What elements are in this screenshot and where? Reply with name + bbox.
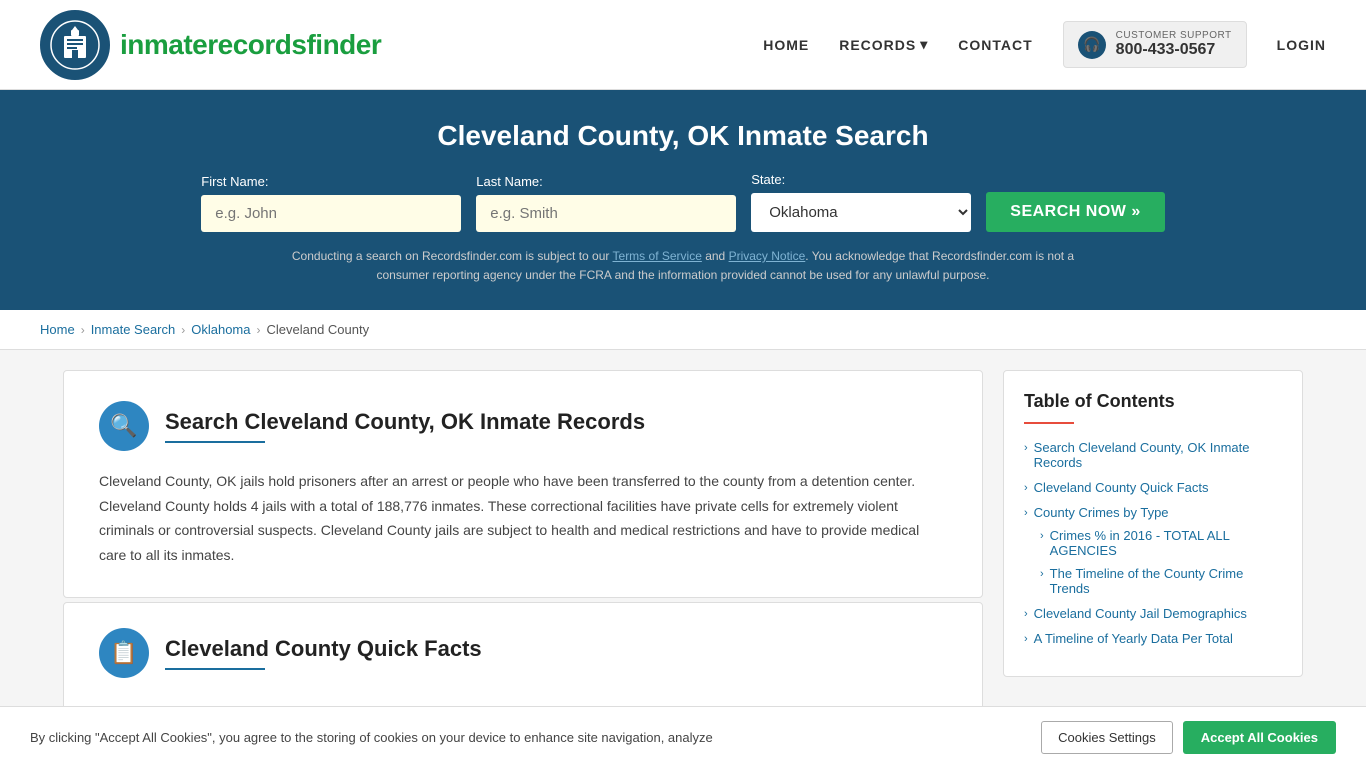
chevron-icon-3: ›: [1024, 507, 1028, 519]
support-phone: 800-433-0567: [1116, 41, 1232, 59]
breadcrumb-inmate-search[interactable]: Inmate Search: [91, 322, 176, 337]
toc-label-2: Cleveland County Quick Facts: [1034, 480, 1209, 495]
last-name-input[interactable]: [476, 195, 736, 232]
toc-link-5[interactable]: › A Timeline of Yearly Data Per Total: [1024, 631, 1282, 646]
card-title: Search Cleveland County, OK Inmate Recor…: [165, 409, 645, 435]
card-title-underline: [165, 441, 265, 443]
toc-item-3: › County Crimes by Type › Crimes % in 20…: [1024, 505, 1282, 596]
sidebar: Table of Contents › Search Cleveland Cou…: [1003, 370, 1303, 707]
search-banner: Cleveland County, OK Inmate Search First…: [0, 90, 1366, 310]
support-info: CUSTOMER SUPPORT 800-433-0567: [1116, 30, 1232, 59]
card-header: 🔍 Search Cleveland County, OK Inmate Rec…: [99, 401, 947, 451]
chevron-icon-3-1: ›: [1040, 530, 1044, 542]
last-name-group: Last Name:: [476, 174, 736, 232]
breadcrumb-sep-1: ›: [81, 323, 85, 337]
state-label: State:: [751, 172, 785, 187]
second-card-title: Cleveland County Quick Facts: [165, 636, 482, 662]
site-header: inmaterecordsfinder HOME RECORDS ▾ CONTA…: [0, 0, 1366, 90]
search-disclaimer: Conducting a search on Recordsfinder.com…: [283, 247, 1083, 285]
customer-support-box: 🎧 CUSTOMER SUPPORT 800-433-0567: [1063, 21, 1247, 68]
breadcrumb-sep-3: ›: [256, 323, 260, 337]
breadcrumb-sep-2: ›: [181, 323, 185, 337]
toc-label-3: County Crimes by Type: [1034, 505, 1169, 520]
toc-subitem-3-1: › Crimes % in 2016 - TOTAL ALL AGENCIES: [1040, 528, 1282, 558]
toc-item-2: › Cleveland County Quick Facts: [1024, 480, 1282, 495]
toc-label-5: A Timeline of Yearly Data Per Total: [1034, 631, 1233, 646]
toc-link-4[interactable]: › Cleveland County Jail Demographics: [1024, 606, 1282, 621]
toc-sublabel-3-1: Crimes % in 2016 - TOTAL ALL AGENCIES: [1050, 528, 1282, 558]
chevron-icon-2: ›: [1024, 482, 1028, 494]
main-content-card: 🔍 Search Cleveland County, OK Inmate Rec…: [63, 370, 983, 598]
privacy-link[interactable]: Privacy Notice: [729, 249, 806, 263]
breadcrumb-home[interactable]: Home: [40, 322, 75, 337]
support-label: CUSTOMER SUPPORT: [1116, 30, 1232, 41]
card-body: Cleveland County, OK jails hold prisoner…: [99, 469, 947, 567]
headphone-icon: 🎧: [1078, 31, 1106, 59]
toc-card: Table of Contents › Search Cleveland Cou…: [1003, 370, 1303, 677]
state-select[interactable]: Oklahoma: [751, 193, 971, 232]
cookie-settings-button[interactable]: Cookies Settings: [1041, 721, 1173, 754]
toc-divider: [1024, 422, 1074, 424]
state-group: State: Oklahoma: [751, 172, 971, 232]
toc-sublabel-3-2: The Timeline of the County Crime Trends: [1050, 566, 1282, 596]
toc-sublist-3: › Crimes % in 2016 - TOTAL ALL AGENCIES …: [1040, 528, 1282, 596]
toc-item-5: › A Timeline of Yearly Data Per Total: [1024, 631, 1282, 646]
toc-label-1: Search Cleveland County, OK Inmate Recor…: [1034, 440, 1282, 470]
article-area: 🔍 Search Cleveland County, OK Inmate Rec…: [63, 370, 983, 707]
cookie-text: By clicking "Accept All Cookies", you ag…: [30, 730, 1021, 745]
first-name-input[interactable]: [201, 195, 461, 232]
logo-icon: [40, 10, 110, 80]
breadcrumb: Home › Inmate Search › Oklahoma › Clevel…: [0, 310, 1366, 350]
chevron-icon-1: ›: [1024, 442, 1028, 454]
toc-sublink-3-2[interactable]: › The Timeline of the County Crime Trend…: [1040, 566, 1282, 596]
toc-item-4: › Cleveland County Jail Demographics: [1024, 606, 1282, 621]
last-name-label: Last Name:: [476, 174, 542, 189]
second-card-header: 📋 Cleveland County Quick Facts: [99, 628, 947, 678]
logo-text: inmaterecordsfinder: [120, 29, 381, 61]
breadcrumb-state[interactable]: Oklahoma: [191, 322, 250, 337]
cookie-buttons: Cookies Settings Accept All Cookies: [1041, 721, 1336, 754]
second-card-title-underline: [165, 668, 265, 670]
toc-subitem-3-2: › The Timeline of the County Crime Trend…: [1040, 566, 1282, 596]
facts-icon: 📋: [99, 628, 149, 678]
main-nav: HOME RECORDS ▾ CONTACT 🎧 CUSTOMER SUPPOR…: [763, 21, 1326, 68]
nav-records[interactable]: RECORDS ▾: [839, 36, 928, 53]
toc-link-2[interactable]: › Cleveland County Quick Facts: [1024, 480, 1282, 495]
logo-area: inmaterecordsfinder: [40, 10, 381, 80]
toc-label-4: Cleveland County Jail Demographics: [1034, 606, 1247, 621]
toc-link-3[interactable]: › County Crimes by Type: [1024, 505, 1282, 520]
nav-login[interactable]: LOGIN: [1277, 37, 1326, 53]
search-icon: 🔍: [99, 401, 149, 451]
chevron-icon-5: ›: [1024, 633, 1028, 645]
first-name-label: First Name:: [201, 174, 268, 189]
main-content: 🔍 Search Cleveland County, OK Inmate Rec…: [43, 370, 1323, 707]
toc-sublink-3-1[interactable]: › Crimes % in 2016 - TOTAL ALL AGENCIES: [1040, 528, 1282, 558]
first-name-group: First Name:: [201, 174, 461, 232]
second-card-partial: 📋 Cleveland County Quick Facts: [63, 602, 983, 707]
breadcrumb-county: Cleveland County: [266, 322, 369, 337]
chevron-down-icon: ▾: [920, 36, 928, 53]
search-banner-title: Cleveland County, OK Inmate Search: [40, 120, 1326, 152]
toc-list: › Search Cleveland County, OK Inmate Rec…: [1024, 440, 1282, 646]
toc-link-1[interactable]: › Search Cleveland County, OK Inmate Rec…: [1024, 440, 1282, 470]
terms-link[interactable]: Terms of Service: [613, 249, 702, 263]
card-body-text: Cleveland County, OK jails hold prisoner…: [99, 469, 947, 567]
card-title-area: Search Cleveland County, OK Inmate Recor…: [165, 409, 645, 443]
chevron-icon-4: ›: [1024, 608, 1028, 620]
nav-contact[interactable]: CONTACT: [958, 37, 1032, 53]
second-card-title-area: Cleveland County Quick Facts: [165, 636, 482, 670]
chevron-icon-3-2: ›: [1040, 568, 1044, 580]
cookie-banner: By clicking "Accept All Cookies", you ag…: [0, 706, 1366, 768]
search-button[interactable]: SEARCH NOW »: [986, 192, 1164, 232]
nav-home[interactable]: HOME: [763, 37, 809, 53]
cookie-accept-button[interactable]: Accept All Cookies: [1183, 721, 1336, 754]
search-form: First Name: Last Name: State: Oklahoma S…: [40, 172, 1326, 232]
toc-item-1: › Search Cleveland County, OK Inmate Rec…: [1024, 440, 1282, 470]
toc-title: Table of Contents: [1024, 391, 1282, 412]
